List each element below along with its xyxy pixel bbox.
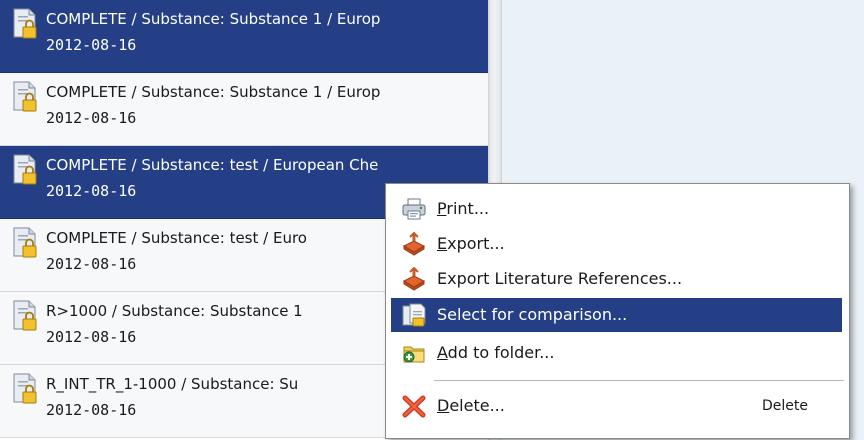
list-item-date: 2012-08-16: [46, 255, 137, 273]
printer-icon: [401, 197, 427, 221]
menu-separator: [434, 380, 844, 382]
list-item-title: COMPLETE / Substance: test / European Ch…: [46, 156, 379, 174]
menu-item-add-to-folder[interactable]: Add to folder...: [391, 336, 842, 370]
menu-item-delete[interactable]: Delete... Delete: [391, 389, 842, 423]
list-item-title: R_INT_TR_1-1000 / Substance: Su: [46, 375, 299, 393]
list-item-title: COMPLETE / Substance: Substance 1 / Euro…: [46, 83, 381, 101]
list-item-title: COMPLETE / Substance: test / Euro: [46, 229, 307, 247]
menu-item-label: Delete...: [437, 396, 505, 415]
menu-item-export-literature-references[interactable]: Export Literature References...: [391, 262, 842, 296]
menu-item-shortcut: Delete: [762, 398, 808, 414]
list-item-date: 2012-08-16: [46, 109, 137, 127]
document-lock-icon: [12, 81, 38, 113]
list-item-date: 2012-08-16: [46, 182, 137, 200]
menu-item-label: Select for comparison...: [437, 305, 628, 324]
menu-item-label: Export Literature References...: [437, 269, 683, 288]
export-references-icon: [401, 267, 427, 291]
export-icon: [401, 232, 427, 256]
menu-item-label: Print...: [437, 199, 490, 218]
list-item-date: 2012-08-16: [46, 401, 137, 419]
document-lock-icon: [12, 373, 38, 405]
context-menu: Print... Export... Export Literature Ref…: [385, 183, 850, 439]
menu-item-export[interactable]: Export...: [391, 227, 842, 261]
list-item-date: 2012-08-16: [46, 36, 137, 54]
delete-icon: [401, 394, 427, 418]
list-item[interactable]: COMPLETE / Substance: Substance 1 / Euro…: [0, 73, 488, 146]
list-item-title: R>1000 / Substance: Substance 1: [46, 302, 303, 320]
list-item-title: COMPLETE / Substance: Substance 1 / Euro…: [46, 10, 381, 28]
document-lock-icon: [12, 300, 38, 332]
list-item[interactable]: COMPLETE / Substance: Substance 1 / Euro…: [0, 0, 488, 73]
menu-item-print[interactable]: Print...: [391, 192, 842, 226]
menu-item-label: Export...: [437, 234, 505, 253]
document-lock-icon: [12, 227, 38, 259]
document-lock-icon: [12, 154, 38, 186]
document-lock-icon: [12, 8, 38, 40]
menu-item-select-for-comparison[interactable]: Select for comparison...: [391, 298, 842, 332]
menu-item-label: Add to folder...: [437, 343, 555, 362]
compare-icon: [401, 303, 427, 327]
add-to-folder-icon: [401, 341, 427, 365]
list-item-date: 2012-08-16: [46, 328, 137, 346]
